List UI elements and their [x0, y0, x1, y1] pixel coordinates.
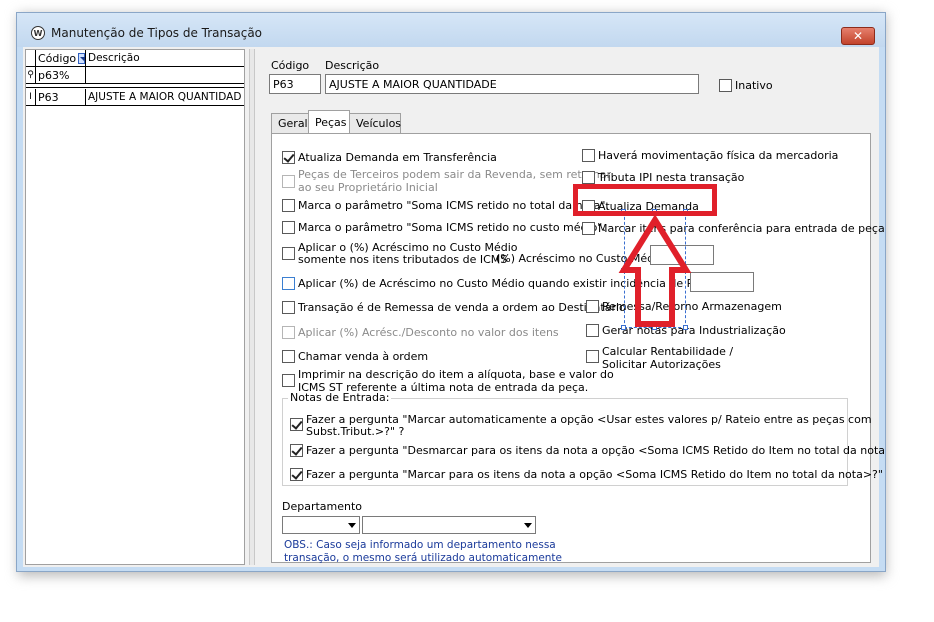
- row-cursor-icon: I: [26, 89, 36, 105]
- detail-panel: Código Descrição P63 AJUSTE A MAIOR QUAN…: [263, 49, 885, 565]
- pergunta-3-label: Fazer a pergunta "Marcar para os itens d…: [306, 468, 886, 481]
- gerar-notas-checkbox[interactable]: [586, 324, 599, 337]
- grid-separator: [26, 84, 244, 88]
- remessa-retorno-checkbox[interactable]: [586, 300, 599, 313]
- pecas-terceiros-label-2: ao seu Proprietário Inicial: [298, 181, 438, 194]
- pergunta-2-checkbox[interactable]: [290, 444, 303, 457]
- obs-text-1: OBS.: Caso seja informado um departament…: [284, 539, 556, 551]
- filter-dropdown-icon[interactable]: [78, 52, 85, 64]
- pergunta-1-checkbox[interactable]: [290, 418, 303, 431]
- marcar-itens-checkbox[interactable]: [582, 222, 595, 235]
- aplicar-pis-checkbox[interactable]: [282, 277, 295, 290]
- remessa-venda-label: Transação é de Remessa de venda a ordem …: [298, 301, 626, 314]
- calcular-label-2: Solicitar Autorizações: [602, 358, 721, 371]
- tab-geral[interactable]: Geral: [271, 113, 309, 133]
- chevron-down-icon: [348, 523, 356, 528]
- code-label: Código: [271, 59, 310, 72]
- app-logo-icon: W: [31, 26, 45, 40]
- filter-input-desc[interactable]: [86, 67, 244, 83]
- col-header-desc[interactable]: Descrição: [86, 50, 244, 66]
- departamento-label: Departamento: [282, 500, 363, 513]
- tributa-ipi-checkbox[interactable]: [582, 171, 595, 184]
- aplicar-acresc-checkbox[interactable]: [282, 326, 295, 339]
- desc-label: Descrição: [325, 59, 380, 72]
- movimentacao-checkbox[interactable]: [582, 149, 595, 162]
- tab-content-pecas: Atualiza Demanda em Transferência Peças …: [271, 133, 885, 564]
- pergunta-3-checkbox[interactable]: [290, 468, 303, 481]
- marca-custo-checkbox[interactable]: [282, 221, 295, 234]
- departamento-name-select[interactable]: [362, 516, 536, 534]
- panel-splitter[interactable]: [249, 49, 255, 565]
- calcular-rentabilidade-checkbox[interactable]: [586, 350, 599, 363]
- filter-icon: ⚲: [26, 67, 36, 83]
- departamento-code-select[interactable]: [282, 516, 360, 534]
- calcular-label-1: Calcular Rentabilidade /: [602, 345, 734, 358]
- highlight-box: [573, 184, 717, 216]
- imprimir-checkbox[interactable]: [282, 374, 295, 387]
- chamar-venda-checkbox[interactable]: [282, 350, 295, 363]
- obs-text-2: transação, o mesmo será utilizado automa…: [284, 552, 563, 564]
- atualiza-transf-label: Atualiza Demanda em Transferência: [298, 151, 497, 164]
- aplicar-icms-label-2: somente nos itens tributados de ICMS: [298, 253, 508, 266]
- code-field[interactable]: P63: [269, 74, 321, 94]
- aplicar-icms-checkbox[interactable]: [282, 247, 295, 260]
- pecas-terceiros-checkbox[interactable]: [282, 175, 295, 188]
- filter-row: ⚲ p63%: [26, 67, 244, 84]
- tributa-ipi-label: Tributa IPI nesta transação: [598, 171, 745, 184]
- col-header-code[interactable]: Código: [36, 50, 86, 66]
- chevron-down-icon: [524, 523, 532, 528]
- atualiza-transf-checkbox[interactable]: [282, 151, 295, 164]
- close-button[interactable]: ✕: [841, 27, 875, 45]
- marca-total-label: Marca o parâmetro "Soma ICMS retido no t…: [298, 199, 609, 212]
- window-title: Manutenção de Tipos de Transação: [51, 26, 263, 40]
- movimentacao-label: Haverá movimentação física da mercadoria: [598, 149, 839, 162]
- imprimir-label-1: Imprimir na descrição do item a alíquota…: [298, 368, 614, 381]
- pecas-terceiros-label-1: Peças de Terceiros podem sair da Revenda…: [298, 168, 611, 181]
- pergunta-1-label-b: Subst.Tribut.>?" ?: [306, 425, 405, 438]
- client-area: Código Descrição ⚲ p63% I P63 AJUSTE A M…: [23, 47, 885, 567]
- inactive-label: Inativo: [735, 79, 773, 92]
- tab-veiculos[interactable]: Veículos: [349, 113, 401, 133]
- aplicar-acresc-label: Aplicar (%) Acrésc./Desconto no valor do…: [298, 326, 559, 339]
- tab-pecas[interactable]: Peças: [308, 110, 350, 133]
- title-bar: W Manutenção de Tipos de Transação ✕: [17, 13, 885, 47]
- marca-total-checkbox[interactable]: [282, 199, 295, 212]
- table-row[interactable]: I P63 AJUSTE A MAIOR QUANTIDAD: [26, 89, 244, 106]
- transaction-grid: Código Descrição ⚲ p63% I P63 AJUSTE A M…: [25, 49, 245, 565]
- notas-entrada-title: Notas de Entrada:: [288, 391, 392, 404]
- chamar-venda-label: Chamar venda à ordem: [298, 350, 429, 363]
- remessa-venda-checkbox[interactable]: [282, 301, 295, 314]
- up-arrow-icon: [618, 216, 692, 327]
- pergunta-2-label: Fazer a pergunta "Desmarcar para os iten…: [306, 444, 886, 457]
- filter-input-code[interactable]: p63%: [36, 67, 86, 83]
- inactive-checkbox[interactable]: [719, 79, 732, 92]
- description-field[interactable]: AJUSTE A MAIOR QUANTIDADE: [325, 74, 699, 94]
- marca-custo-label: Marca o parâmetro "Soma ICMS retido no c…: [298, 221, 606, 234]
- main-window: W Manutenção de Tipos de Transação ✕ Cód…: [16, 12, 886, 572]
- grid-header: Código Descrição: [26, 50, 244, 67]
